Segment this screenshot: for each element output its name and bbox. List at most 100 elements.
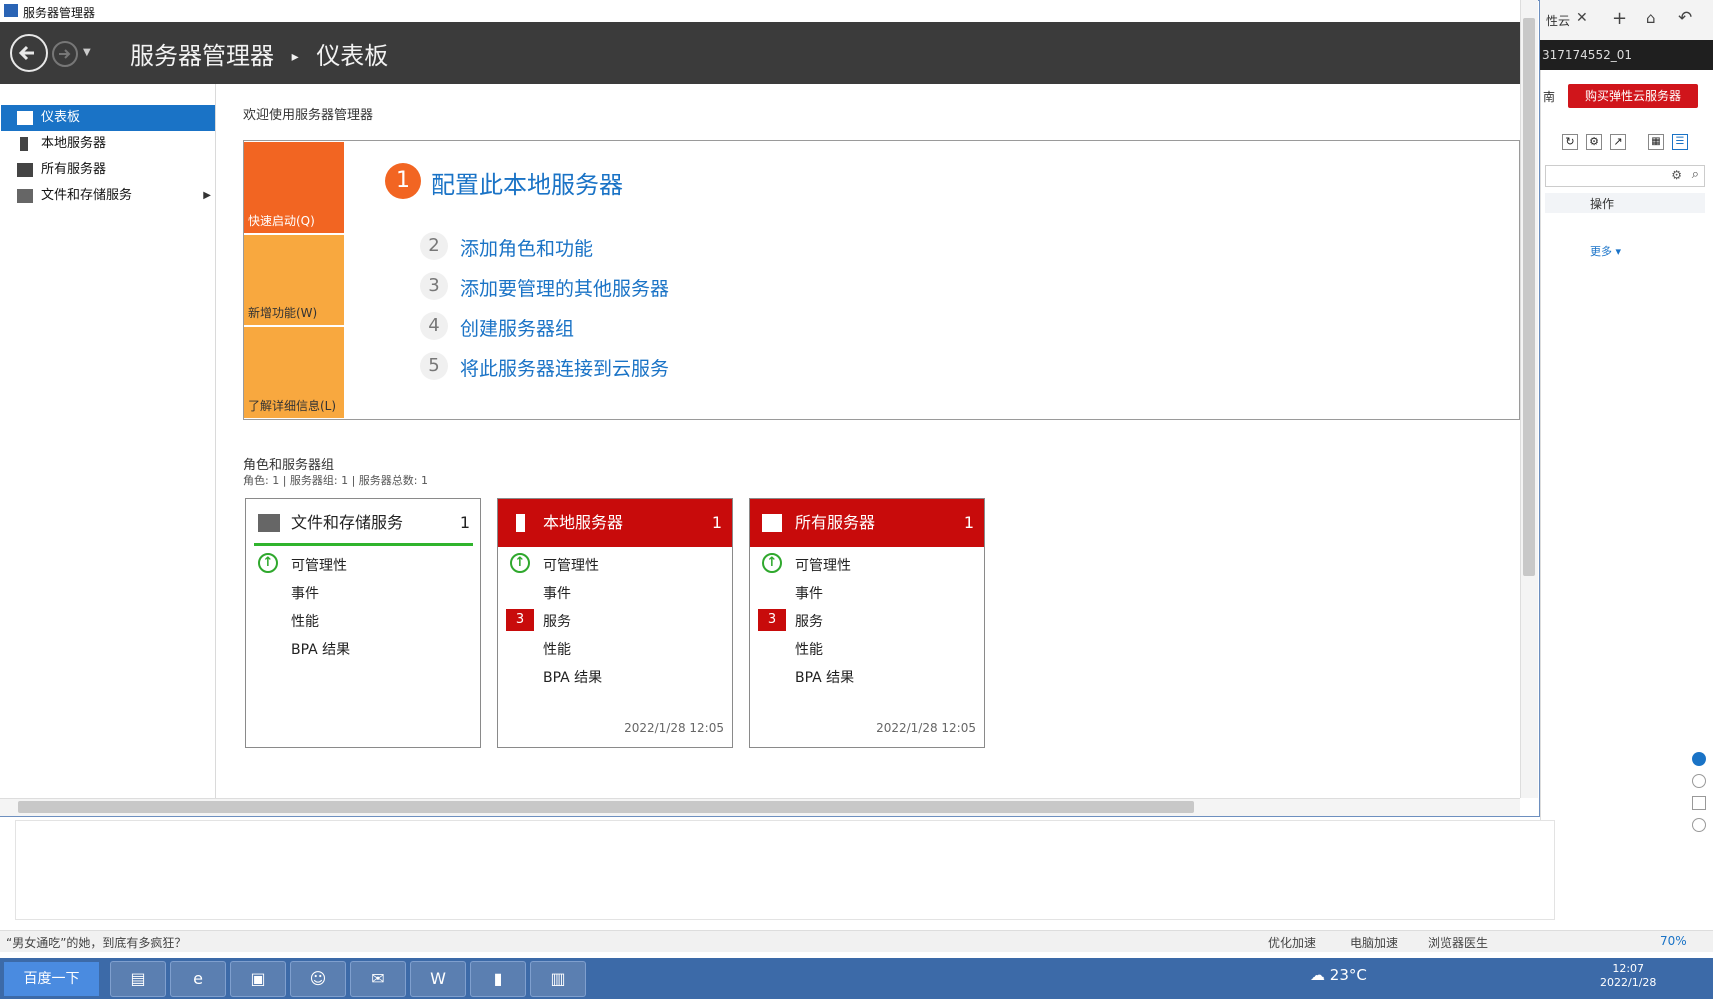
card-title: 文件和存储服务: [291, 513, 404, 532]
roles-summary: 角色: 1 | 服务器组: 1 | 服务器总数: 1: [243, 474, 429, 487]
card-row-events[interactable]: 事件: [291, 583, 319, 603]
step-connect-cloud[interactable]: 将此服务器连接到云服务: [460, 354, 669, 381]
server-manager-taskbar-icon[interactable]: ▥: [530, 961, 586, 997]
wechat-icon[interactable]: ✉: [350, 961, 406, 997]
card-header[interactable]: 所有服务器 1: [750, 499, 984, 547]
tile-label: 新增功能(W): [248, 306, 318, 320]
card-title: 本地服务器: [543, 513, 624, 532]
grid-view-icon[interactable]: ▦: [1648, 134, 1664, 150]
settings-icon[interactable]: ⚙: [1586, 134, 1602, 150]
chevron-right-icon[interactable]: ▶: [203, 183, 211, 209]
role-card-local-server[interactable]: 本地服务器 1 ↑ 可管理性 事件 3 服务 性能 BPA 结果 2022/1/…: [497, 498, 733, 748]
list-view-icon[interactable]: ☰: [1672, 134, 1688, 150]
qq-icon[interactable]: ☺: [290, 961, 346, 997]
role-card-all-servers[interactable]: 所有服务器 1 ↑ 可管理性 事件 3 服务 性能 BPA 结果 2022/1/…: [749, 498, 985, 748]
horizontal-scroll-thumb[interactable]: [18, 801, 1194, 813]
column-action: 操作: [1590, 197, 1615, 211]
card-row-services[interactable]: 服务: [543, 611, 571, 631]
servers-icon: [762, 514, 782, 532]
card-row-bpa[interactable]: BPA 结果: [543, 667, 602, 687]
card-row-events[interactable]: 事件: [543, 583, 571, 603]
tile-learn-more[interactable]: 了解详细信息(L): [244, 327, 344, 418]
sidebar-item-label: 所有服务器: [41, 162, 107, 177]
card-header[interactable]: 本地服务器 1: [498, 499, 732, 547]
refresh-icon[interactable]: ↻: [1562, 134, 1578, 150]
assistant-icon[interactable]: [1692, 752, 1706, 766]
status-ok-icon: ↑: [762, 553, 782, 573]
sidebar: 仪表板 本地服务器 所有服务器 文件和存储服务 ▶: [0, 84, 216, 798]
ie-browser-icon[interactable]: e: [170, 961, 226, 997]
breadcrumb-app[interactable]: 服务器管理器: [130, 42, 274, 70]
browser-doctor[interactable]: 浏览器医生: [1428, 934, 1488, 951]
tile-quick-start[interactable]: 快速启动(Q): [244, 142, 344, 233]
sidebar-item-dashboard[interactable]: 仪表板: [1, 105, 215, 131]
search-icon[interactable]: ⌕: [1692, 167, 1699, 182]
close-tab-icon[interactable]: ✕: [1576, 10, 1588, 26]
status-ok-icon: ↑: [258, 553, 278, 573]
step-number: 5: [420, 352, 448, 380]
sidebar-item-local-server[interactable]: 本地服务器: [1, 131, 215, 157]
feedback-icon[interactable]: [1692, 796, 1706, 810]
nav-fragment[interactable]: 南: [1543, 88, 1555, 105]
card-row-manageability[interactable]: 可管理性: [543, 555, 599, 575]
card-row-manageability[interactable]: 可管理性: [795, 555, 851, 575]
card-count: 1: [459, 513, 470, 532]
browser-tab-label[interactable]: 性云: [1546, 12, 1570, 29]
wps-icon[interactable]: W: [410, 961, 466, 997]
clock[interactable]: 12:07 2022/1/28: [1600, 962, 1656, 990]
baidu-search-button[interactable]: 百度一下: [4, 962, 99, 996]
step-add-roles[interactable]: 添加角色和功能: [460, 234, 593, 261]
weather[interactable]: ☁ 23°C: [1310, 966, 1367, 984]
browser-content-panel: [15, 820, 1555, 920]
card-count: 1: [963, 513, 974, 532]
news-ticker[interactable]: “男女通吃”的她，到底有多疯狂？: [6, 934, 186, 951]
card-row-bpa[interactable]: BPA 结果: [291, 639, 350, 659]
role-card-file-storage[interactable]: 文件和存储服务 1 ↑ 可管理性 事件 性能 BPA 结果: [245, 498, 481, 748]
step-configure-local-server[interactable]: 配置此本地服务器: [431, 165, 623, 200]
account-bar: 317174552_01: [1540, 40, 1713, 70]
vertical-scroll-thumb[interactable]: [1523, 18, 1535, 576]
card-row-performance[interactable]: 性能: [291, 611, 319, 631]
console-toolbar: ↻ ⚙ ↗ ▦ ☰: [1552, 132, 1702, 154]
optimize-speed[interactable]: 优化加速: [1268, 934, 1316, 951]
new-tab-icon[interactable]: +: [1612, 8, 1627, 29]
card-title: 所有服务器: [795, 513, 876, 532]
more-link[interactable]: 更多 ▾: [1590, 243, 1621, 259]
card-row-bpa[interactable]: BPA 结果: [795, 667, 854, 687]
step-add-servers[interactable]: 添加要管理的其他服务器: [460, 274, 669, 301]
buy-server-button[interactable]: 购买弹性云服务器: [1568, 84, 1698, 108]
file-explorer-icon[interactable]: ▤: [110, 961, 166, 997]
card-row-services[interactable]: 服务: [795, 611, 823, 631]
pc-speed[interactable]: 电脑加速: [1350, 934, 1398, 951]
window-manager-icon[interactable]: ▣: [230, 961, 286, 997]
card-row-events[interactable]: 事件: [795, 583, 823, 603]
step-number: 2: [420, 232, 448, 260]
export-icon[interactable]: ↗: [1610, 134, 1626, 150]
step-create-group[interactable]: 创建服务器组: [460, 314, 574, 341]
card-row-performance[interactable]: 性能: [795, 639, 823, 659]
dashboard-icon: [17, 111, 33, 125]
back-button[interactable]: [10, 34, 48, 72]
arrow-left-icon: [18, 45, 34, 61]
zoom-level[interactable]: 70%: [1660, 934, 1687, 948]
card-row-manageability[interactable]: 可管理性: [291, 555, 347, 575]
card-header[interactable]: 文件和存储服务 1: [246, 499, 480, 547]
forward-button[interactable]: [52, 41, 78, 67]
clock-time: 12:07: [1612, 962, 1645, 975]
tile-label: 了解详细信息(L): [248, 399, 337, 413]
search-settings-icon[interactable]: ⚙: [1671, 168, 1682, 182]
briefcase-icon[interactable]: ⌂: [1646, 9, 1656, 27]
cmd-icon[interactable]: ▮: [470, 961, 526, 997]
service-icon[interactable]: [1692, 818, 1706, 832]
tile-whats-new[interactable]: 新增功能(W): [244, 235, 344, 325]
breadcrumb-page: 仪表板: [316, 42, 389, 70]
alert-badge: 3: [506, 609, 534, 631]
card-row-performance[interactable]: 性能: [543, 639, 571, 659]
sidebar-item-all-servers[interactable]: 所有服务器: [1, 157, 215, 183]
history-dropdown-icon[interactable]: ▼: [83, 47, 91, 58]
console-search-input[interactable]: ⚙ ⌕: [1545, 165, 1705, 187]
help-icon[interactable]: [1692, 774, 1706, 788]
sidebar-item-file-storage[interactable]: 文件和存储服务 ▶: [1, 183, 215, 209]
window-titlebar[interactable]: 服务器管理器: [0, 0, 1538, 22]
undo-icon[interactable]: ↶: [1678, 8, 1692, 28]
